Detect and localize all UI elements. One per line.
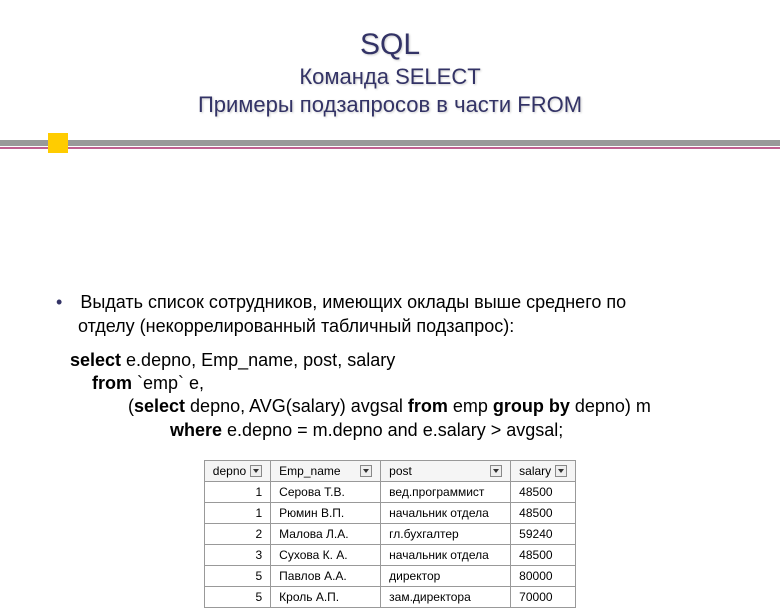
cell-salary: 48500 (511, 545, 576, 566)
code-line-4: where e.depno = m.depno and e.salary > a… (70, 419, 730, 442)
divider-thin (0, 147, 780, 149)
th-post-label: post (389, 464, 412, 478)
code-l3c: depno, AVG(salary) avgsal (185, 396, 408, 416)
chevron-down-icon[interactable] (555, 465, 567, 477)
th-depno[interactable]: depno (204, 461, 270, 482)
chevron-down-icon[interactable] (250, 465, 262, 477)
divider (0, 140, 780, 149)
cell-salary: 48500 (511, 503, 576, 524)
code-l4b: e.depno = m.depno and e.salary > avgsal; (222, 420, 563, 440)
cell-salary: 48500 (511, 482, 576, 503)
divider-thick (0, 140, 780, 146)
cell-post: начальник отдела (381, 545, 511, 566)
cell-salary: 70000 (511, 587, 576, 608)
code-l2b: `emp` e, (132, 373, 204, 393)
th-salary[interactable]: salary (511, 461, 576, 482)
bullet-icon: • (56, 290, 62, 314)
th-empname[interactable]: Emp_name (271, 461, 381, 482)
code-line-2: from `emp` e, (70, 372, 730, 395)
kw-select: select (70, 350, 121, 370)
cell-depno: 5 (204, 587, 270, 608)
cell-post: директор (381, 566, 511, 587)
cell-salary: 59240 (511, 524, 576, 545)
slide-header: SQL Команда SELECT Примеры подзапросов в… (0, 0, 780, 118)
cell-name: Кроль А.П. (271, 587, 381, 608)
accent-square (48, 133, 68, 153)
th-name-label: Emp_name (279, 464, 340, 478)
cell-name: Сухова К. А. (271, 545, 381, 566)
cell-depno: 5 (204, 566, 270, 587)
cell-depno: 1 (204, 482, 270, 503)
body-line2: отделу (некоррелированный табличный подз… (78, 314, 730, 338)
table-row: 1Рюмин В.П.начальник отдела48500 (204, 503, 575, 524)
title-subtitle: Примеры подзапросов в части FROM (0, 92, 780, 118)
cell-name: Малова Л.А. (271, 524, 381, 545)
kw-groupby: group by (493, 396, 570, 416)
cell-name: Рюмин В.П. (271, 503, 381, 524)
cell-depno: 3 (204, 545, 270, 566)
result-table: depno Emp_name post salary 1Серова Т.В.в… (204, 460, 576, 608)
th-salary-label: salary (519, 464, 551, 478)
kw-where: where (170, 420, 222, 440)
table-row: 1Серова Т.В.вед.программист48500 (204, 482, 575, 503)
kw-from2: from (408, 396, 448, 416)
table-row: 5Павлов А.А.директор80000 (204, 566, 575, 587)
table-row: 2Малова Л.А.гл.бухгалтер59240 (204, 524, 575, 545)
cell-post: вед.программист (381, 482, 511, 503)
code-l3g: depno) m (570, 396, 651, 416)
th-depno-label: depno (213, 464, 246, 478)
title-sql: SQL (0, 28, 780, 62)
cell-name: Серова Т.В. (271, 482, 381, 503)
code-l1b: e.depno, Emp_name, post, salary (121, 350, 395, 370)
result-table-wrap: depno Emp_name post salary 1Серова Т.В.в… (0, 460, 780, 608)
cell-depno: 2 (204, 524, 270, 545)
title-select: Команда SELECT (0, 64, 780, 90)
kw-from: from (92, 373, 132, 393)
cell-depno: 1 (204, 503, 270, 524)
table-row: 5Кроль А.П.зам.директора70000 (204, 587, 575, 608)
cell-post: начальник отдела (381, 503, 511, 524)
chevron-down-icon[interactable] (360, 465, 372, 477)
code-l3e: emp (448, 396, 493, 416)
code-line-1: select e.depno, Emp_name, post, salary (70, 349, 730, 372)
code-line-3: (select depno, AVG(salary) avgsal from e… (70, 395, 730, 418)
sql-code: select e.depno, Emp_name, post, salary f… (0, 339, 780, 443)
body-line1: Выдать список сотрудников, имеющих оклад… (80, 290, 626, 314)
cell-post: гл.бухгалтер (381, 524, 511, 545)
table-header-row: depno Emp_name post salary (204, 461, 575, 482)
cell-post: зам.директора (381, 587, 511, 608)
cell-salary: 80000 (511, 566, 576, 587)
chevron-down-icon[interactable] (490, 465, 502, 477)
body-paragraph: • Выдать список сотрудников, имеющих окл… (0, 268, 780, 339)
th-post[interactable]: post (381, 461, 511, 482)
table-row: 3Сухова К. А.начальник отдела48500 (204, 545, 575, 566)
kw-select2: select (134, 396, 185, 416)
cell-name: Павлов А.А. (271, 566, 381, 587)
